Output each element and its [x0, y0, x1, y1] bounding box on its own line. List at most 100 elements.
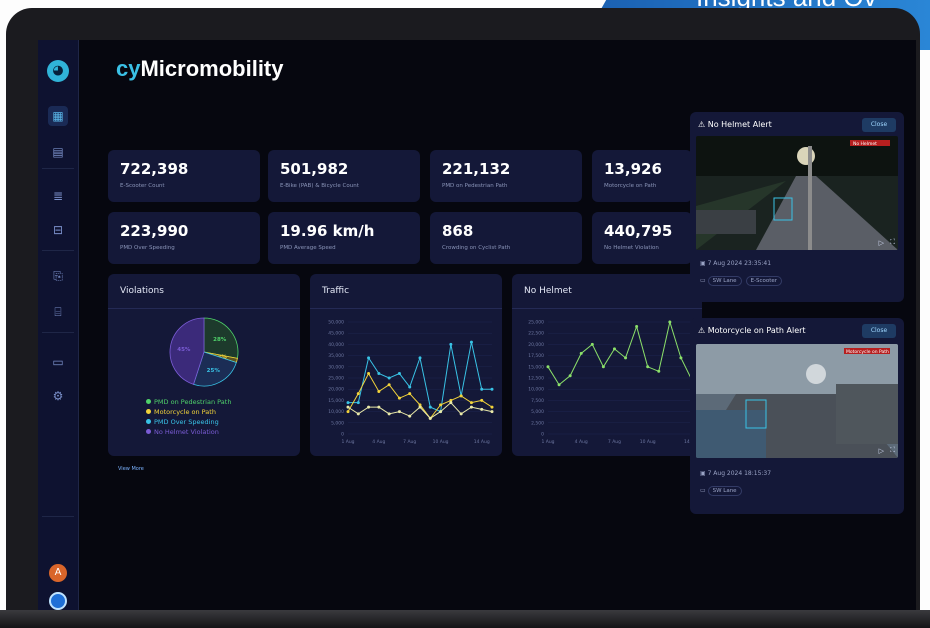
- data-point[interactable]: [459, 412, 463, 416]
- data-point[interactable]: [480, 407, 484, 411]
- data-point[interactable]: [635, 324, 639, 328]
- data-point[interactable]: [668, 320, 672, 324]
- data-point[interactable]: [490, 387, 494, 391]
- data-point[interactable]: [346, 401, 350, 405]
- no-helmet-panel: No Helmet 0 2,500 5,000 7,500 10,000 12,500 15…: [512, 274, 702, 456]
- data-point[interactable]: [646, 365, 650, 369]
- play-icon[interactable]: ▷: [879, 239, 884, 247]
- data-point[interactable]: [579, 351, 583, 355]
- data-point[interactable]: [469, 340, 473, 344]
- data-point[interactable]: [612, 347, 616, 351]
- data-point[interactable]: [387, 376, 391, 380]
- cam-label: Motorcycle on Path: [846, 349, 889, 355]
- data-point[interactable]: [568, 374, 572, 378]
- stat-card[interactable]: 13,926 Motorcycle on Path: [592, 150, 692, 202]
- alert-title: ⚠ Motorcycle on Path Alert: [698, 326, 806, 335]
- data-point[interactable]: [418, 405, 422, 409]
- data-point[interactable]: [408, 414, 412, 418]
- data-point[interactable]: [408, 385, 412, 389]
- building-icon[interactable]: ⌸: [48, 302, 68, 322]
- data-point[interactable]: [397, 410, 401, 414]
- user-avatar[interactable]: A: [49, 564, 67, 582]
- y-tick-label: 5,000: [531, 409, 544, 415]
- data-point[interactable]: [377, 372, 381, 376]
- motorcycle-alert: ⚠ Motorcycle on Path Alert Close Motorcy…: [690, 318, 904, 514]
- camera-feed[interactable]: No Helmet ▷ ⛶: [696, 136, 898, 250]
- data-point[interactable]: [679, 356, 683, 360]
- stat-card[interactable]: 722,398 E-Scooter Count: [108, 150, 260, 202]
- data-point[interactable]: [346, 410, 350, 414]
- close-button[interactable]: Close: [862, 118, 896, 132]
- camera-feed[interactable]: Motorcycle on Path ▷ ⛶: [696, 344, 898, 458]
- data-point[interactable]: [469, 401, 473, 405]
- data-point[interactable]: [490, 405, 494, 409]
- table-icon[interactable]: ▤: [48, 142, 68, 162]
- y-tick-label: 15,000: [328, 398, 344, 404]
- data-point[interactable]: [590, 342, 594, 346]
- data-point[interactable]: [356, 392, 360, 396]
- y-tick-label: 35,000: [328, 353, 344, 359]
- settings-icon[interactable]: ⚙: [48, 386, 68, 406]
- camera-icon[interactable]: ▭: [48, 352, 68, 372]
- data-point[interactable]: [459, 394, 463, 398]
- data-point[interactable]: [490, 410, 494, 414]
- stat-card[interactable]: 221,132 PMD on Pedestrian Path: [430, 150, 582, 202]
- warning-icon: ⚠: [698, 120, 708, 129]
- fullscreen-icon[interactable]: ⛶: [890, 238, 895, 247]
- report-icon[interactable]: ⎘: [48, 266, 68, 286]
- data-point[interactable]: [397, 372, 401, 376]
- timestamp-text: 7 Aug 2024 18:15:37: [707, 470, 772, 477]
- data-point[interactable]: [469, 405, 473, 409]
- data-point[interactable]: [418, 356, 422, 360]
- warning-icon: ⚠: [698, 326, 708, 335]
- data-point[interactable]: [408, 392, 412, 396]
- stat-card[interactable]: 223,990 PMD Over Speeding: [108, 212, 260, 264]
- data-point[interactable]: [557, 383, 561, 387]
- data-point[interactable]: [439, 403, 443, 407]
- play-icon[interactable]: ▷: [879, 447, 884, 455]
- y-tick-label: 40,000: [328, 342, 344, 348]
- data-point[interactable]: [439, 410, 443, 414]
- data-point[interactable]: [367, 356, 371, 360]
- data-point[interactable]: [601, 365, 605, 369]
- data-point[interactable]: [387, 412, 391, 416]
- stat-card[interactable]: 868 Crowding on Cyclist Path: [430, 212, 582, 264]
- data-point[interactable]: [367, 372, 371, 376]
- y-tick-label: 22,500: [528, 331, 544, 337]
- close-button[interactable]: Close: [862, 324, 896, 338]
- data-point[interactable]: [356, 412, 360, 416]
- data-point[interactable]: [657, 369, 661, 373]
- y-tick-label: 50,000: [328, 320, 344, 326]
- sidebar-divider: [42, 516, 74, 517]
- data-point[interactable]: [546, 365, 550, 369]
- data-point[interactable]: [428, 416, 432, 420]
- data-point[interactable]: [377, 389, 381, 393]
- fullscreen-icon[interactable]: ⛶: [890, 446, 895, 455]
- sidebar-divider: [42, 168, 74, 169]
- data-point[interactable]: [356, 401, 360, 405]
- data-point[interactable]: [387, 383, 391, 387]
- vehicle-icon[interactable]: ⊟: [48, 220, 68, 240]
- data-point[interactable]: [449, 401, 453, 405]
- stat-card[interactable]: 440,795 No Helmet Violation: [592, 212, 692, 264]
- dashboard-icon[interactable]: ▦: [48, 106, 68, 126]
- data-point[interactable]: [377, 405, 381, 409]
- data-point[interactable]: [397, 396, 401, 400]
- data-point[interactable]: [624, 356, 628, 360]
- data-point[interactable]: [346, 405, 350, 409]
- stat-card[interactable]: 501,982 E-Bike (PAB) & Bicycle Count: [268, 150, 420, 202]
- database-icon[interactable]: ≣: [48, 186, 68, 206]
- view-more-link[interactable]: View More: [118, 466, 144, 472]
- series-line: [348, 342, 492, 413]
- data-point[interactable]: [428, 405, 432, 409]
- data-point[interactable]: [480, 398, 484, 402]
- stat-label: PMD Over Speeding: [120, 245, 175, 251]
- app-logo-icon[interactable]: ◕: [47, 60, 69, 82]
- stat-card[interactable]: 19.96 km/h PMD Average Speed: [268, 212, 420, 264]
- legend-label: PMD Over Speeding: [154, 418, 219, 426]
- data-point[interactable]: [367, 405, 371, 409]
- sidebar-divider: [42, 250, 74, 251]
- data-point[interactable]: [449, 342, 453, 346]
- data-point[interactable]: [480, 387, 484, 391]
- y-tick-label: 5,000: [331, 420, 344, 426]
